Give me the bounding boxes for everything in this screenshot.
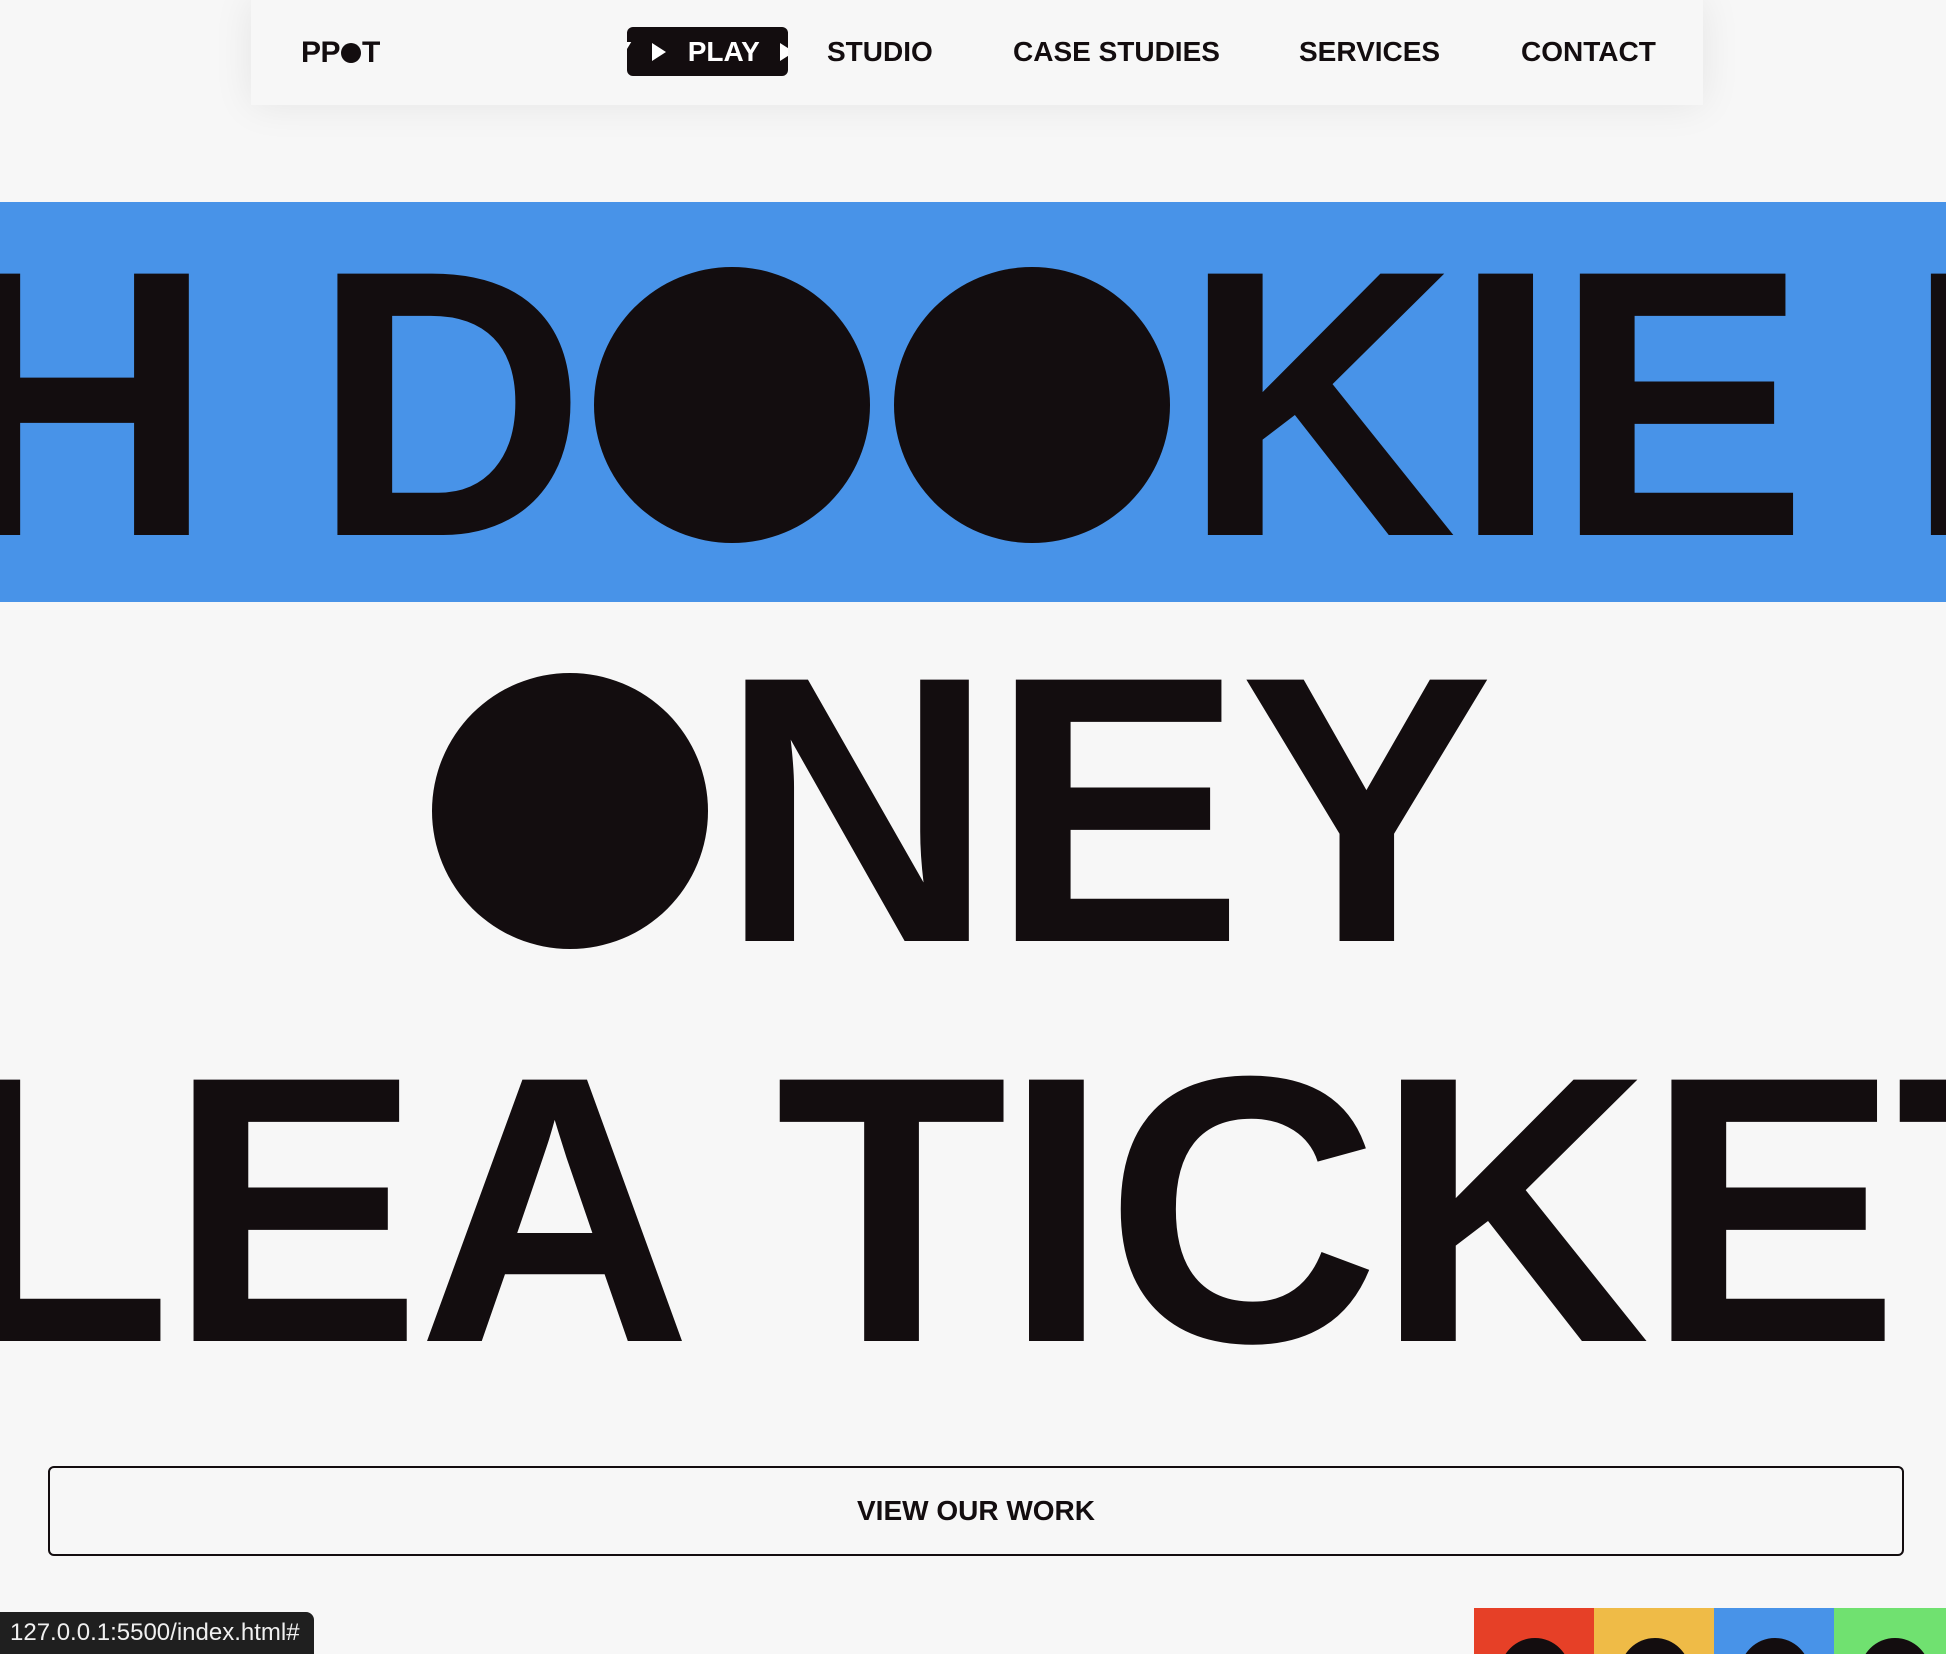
- play-icon: [651, 42, 666, 61]
- play-label-fragment: Y: [627, 36, 632, 68]
- logo-dot-icon: [341, 43, 362, 63]
- hero-band: H D KIE I: [0, 202, 1946, 602]
- swatch-yellow[interactable]: [1594, 1608, 1714, 1654]
- swatch-red[interactable]: [1474, 1608, 1594, 1654]
- color-swatch-strip: [1474, 1608, 1946, 1654]
- circle-o-icon: [894, 267, 1171, 543]
- hero-line-2-text: NEY: [720, 640, 1493, 960]
- circle-icon: [1860, 1638, 1930, 1654]
- logo-text-end: T: [362, 36, 380, 69]
- circle-icon: [1740, 1638, 1810, 1654]
- circle-icon: [1620, 1638, 1690, 1654]
- nav-link-contact[interactable]: CONTACT: [1521, 32, 1656, 72]
- hero-marquee-line-3: LEA TICKET: [0, 1040, 1946, 1360]
- play-icon: [779, 42, 788, 61]
- hero-line-1-start: H D: [0, 202, 586, 602]
- circle-o-icon: [594, 267, 871, 543]
- hero-line-1-end: KIE I: [1182, 202, 1946, 602]
- navbar: PPT Y PLAY STUDIO CASE STUDIES SERVICES …: [251, 0, 1703, 105]
- nav-link-case-studies[interactable]: CASE STUDIES: [1013, 32, 1220, 72]
- circle-o-icon: [432, 673, 708, 949]
- play-button[interactable]: Y PLAY: [627, 27, 788, 76]
- circle-icon: [1500, 1638, 1570, 1654]
- page: PPT Y PLAY STUDIO CASE STUDIES SERVICES …: [0, 0, 1946, 1654]
- status-bar-url: 127.0.0.1:5500/index.html#: [0, 1612, 314, 1654]
- hero-line-2-wrap: NEY: [0, 640, 1946, 960]
- logo[interactable]: PP T: [301, 36, 394, 70]
- hero-line-3-wrap: LEA TICKET: [0, 1040, 1946, 1360]
- logo-text-start: PP: [301, 36, 341, 69]
- nav-link-services[interactable]: SERVICES: [1299, 32, 1440, 72]
- hero-marquee-line-2: NEY: [420, 640, 1493, 960]
- view-our-work-button[interactable]: VIEW OUR WORK: [48, 1466, 1904, 1556]
- play-label: PLAY: [687, 35, 760, 67]
- nav-link-studio[interactable]: STUDIO: [827, 32, 933, 72]
- play-marquee: Y PLAY: [627, 27, 788, 76]
- swatch-blue[interactable]: [1714, 1608, 1834, 1654]
- swatch-green[interactable]: [1834, 1608, 1946, 1654]
- hero-marquee-line-1: H D KIE I: [0, 214, 1946, 594]
